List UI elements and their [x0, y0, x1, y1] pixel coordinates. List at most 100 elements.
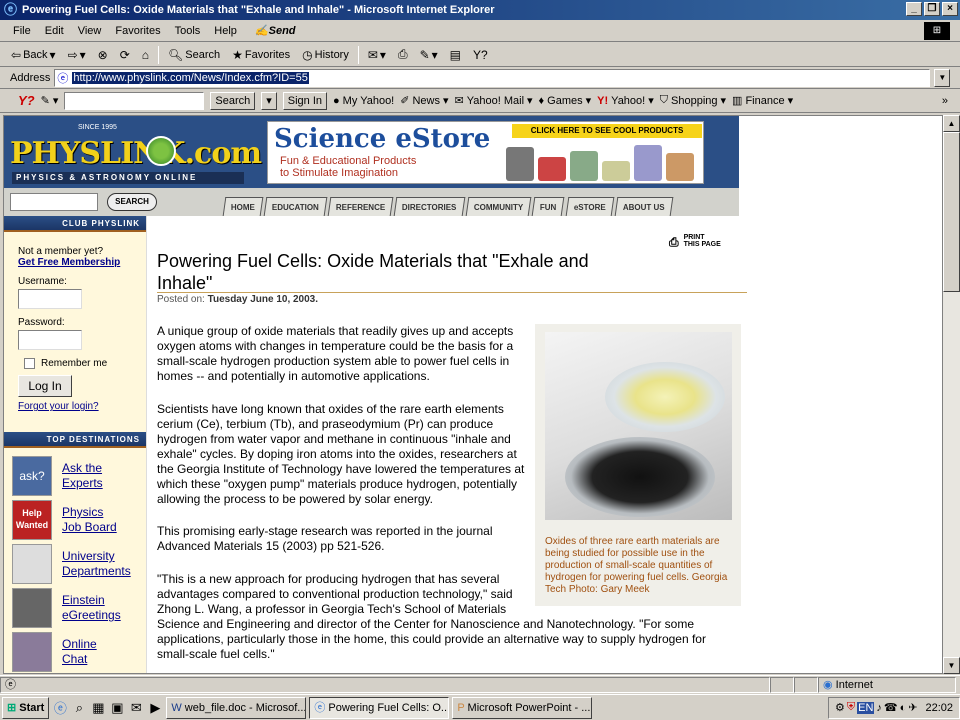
- article-paragraph-4b: Science and Engineering and director of …: [157, 617, 706, 661]
- tray-icon[interactable]: ♪: [876, 702, 882, 714]
- menu-tools[interactable]: Tools: [168, 25, 208, 37]
- task-powerpoint[interactable]: P Microsoft PowerPoint - ...: [452, 696, 593, 719]
- nav-tab-reference[interactable]: REFERENCE: [327, 197, 394, 216]
- quicklaunch-doc-icon[interactable]: ▦: [90, 700, 106, 716]
- destination-line1: Einstein: [62, 593, 105, 607]
- search-button[interactable]: 🔍︎ Search: [165, 48, 223, 62]
- estore-banner-ad[interactable]: Science eStore Fun & Educational Product…: [267, 121, 704, 184]
- yahoo-logo-icon[interactable]: Y?: [18, 93, 35, 108]
- forgot-login-link[interactable]: Forgot your login?: [18, 401, 99, 412]
- membership-link[interactable]: Get Free Membership: [18, 257, 120, 268]
- print-button[interactable]: ⎙: [395, 47, 411, 62]
- destination-chat[interactable]: Online Chat: [12, 630, 146, 673]
- mail-button[interactable]: ✉ ▾: [365, 48, 389, 62]
- logo-tagline: PHYSICS & ASTRONOMY ONLINE: [12, 172, 244, 184]
- quicklaunch-media-icon[interactable]: ▶: [147, 700, 163, 716]
- nav-tab-home[interactable]: HOME: [222, 197, 264, 216]
- home-button[interactable]: ⌂: [139, 48, 152, 62]
- yahoo-signin-button[interactable]: Sign In: [282, 91, 328, 110]
- messenger-button[interactable]: Y?: [470, 48, 491, 62]
- yahoo-pencil-button[interactable]: ✎ ▾: [41, 94, 59, 107]
- scroll-up-arrow-icon[interactable]: ▲: [943, 115, 960, 132]
- task-word[interactable]: W web_file.doc - Microsof...: [166, 696, 307, 719]
- vertical-scrollbar[interactable]: ▲ ▼: [943, 115, 960, 674]
- login-button[interactable]: Log In: [18, 375, 72, 398]
- nav-tab-fun[interactable]: FUN: [531, 197, 565, 216]
- close-button[interactable]: ×: [942, 2, 958, 16]
- destination-university[interactable]: University Departments: [12, 542, 146, 586]
- nav-tab-education[interactable]: EDUCATION: [263, 197, 328, 216]
- history-label: History: [314, 48, 349, 61]
- tray-icon[interactable]: ◐: [900, 702, 907, 714]
- nav-tab-about[interactable]: ABOUT US: [614, 197, 673, 216]
- printer-icon: ⎙: [669, 235, 679, 249]
- yahoo-link-news[interactable]: ✐ News ▾: [400, 94, 448, 108]
- quicklaunch-app-icon[interactable]: ▣: [109, 700, 125, 716]
- refresh-button[interactable]: ⟳: [117, 48, 133, 62]
- forward-button[interactable]: ⇨ ▾: [65, 48, 89, 62]
- menu-bar: File Edit View Favorites Tools Help ✍Sen…: [0, 20, 960, 42]
- yahoo-link-mail[interactable]: ✉ Yahoo! Mail ▾: [455, 94, 533, 108]
- menu-edit[interactable]: Edit: [38, 25, 71, 37]
- physlink-logo[interactable]: SINCE 1995 PHYSLINK.com PHYSICS & ASTRON…: [8, 122, 262, 184]
- task-ie[interactable]: ⓔ Powering Fuel Cells: O...: [309, 696, 450, 719]
- yahoo-link-shopping[interactable]: ⛉ Shopping ▾: [660, 94, 726, 107]
- toolbar-overflow-button[interactable]: »: [942, 95, 948, 107]
- nav-tab-directories[interactable]: DIRECTORIES: [393, 197, 466, 216]
- yahoo-link-games[interactable]: ♦ Games ▾: [539, 94, 592, 108]
- quicklaunch-ie-icon[interactable]: ⓔ: [52, 698, 68, 717]
- atom-icon: [146, 136, 176, 166]
- address-input[interactable]: ⓔ http://www.physlink.com/News/Index.cfm…: [54, 68, 931, 87]
- word-icon: W: [171, 701, 182, 714]
- start-button[interactable]: ⊞ Start: [2, 696, 50, 719]
- yahoo-link-yahoo[interactable]: Y! Yahoo! ▾: [597, 94, 654, 108]
- scroll-down-arrow-icon[interactable]: ▼: [943, 657, 960, 674]
- edit-button[interactable]: ✎ ▾: [417, 48, 441, 62]
- restore-button[interactable]: ❐: [924, 2, 940, 16]
- start-label: Start: [19, 701, 45, 714]
- yahoo-link-label: Games: [547, 94, 583, 107]
- back-button[interactable]: ⇦ Back ▾: [8, 48, 59, 62]
- dropdown-icon: ▾: [379, 47, 386, 62]
- scroll-thumb[interactable]: [943, 132, 960, 292]
- tray-icon[interactable]: ⚙: [835, 701, 845, 714]
- globe-icon: ◉: [823, 678, 833, 691]
- clock[interactable]: 22:02: [925, 702, 953, 714]
- site-search-input[interactable]: [10, 193, 98, 211]
- quicklaunch-search-icon[interactable]: ⌕: [71, 700, 87, 716]
- figure-caption: Oxides of three rare earth materials are…: [545, 536, 728, 595]
- menu-file[interactable]: File: [6, 25, 38, 37]
- favorites-button[interactable]: ★ Favorites: [229, 48, 293, 62]
- menu-favorites[interactable]: Favorites: [108, 25, 167, 37]
- send-button[interactable]: ✍Send: [248, 24, 303, 37]
- address-dropdown-button[interactable]: ▼: [934, 68, 951, 87]
- destination-job-board[interactable]: Help Wanted Physics Job Board: [12, 498, 146, 542]
- password-field[interactable]: [18, 330, 82, 350]
- language-indicator[interactable]: EN: [857, 701, 875, 714]
- destination-einstein[interactable]: Einstein eGreetings: [12, 586, 146, 630]
- tray-icon[interactable]: ☎: [884, 701, 898, 714]
- stop-button[interactable]: ⊗: [95, 48, 111, 62]
- username-field[interactable]: [18, 289, 82, 309]
- yahoo-search-input[interactable]: [64, 91, 205, 110]
- site-search-button[interactable]: SEARCH: [107, 193, 157, 211]
- tray-shield-icon[interactable]: ⛨: [847, 701, 855, 714]
- toolbar-separator: [158, 45, 160, 64]
- yahoo-search-dropdown[interactable]: ▾: [261, 91, 277, 110]
- yahoo-search-button[interactable]: Search: [210, 91, 256, 110]
- estore-cta[interactable]: CLICK HERE TO SEE COOL PRODUCTS: [512, 124, 702, 138]
- yahoo-link-my-yahoo[interactable]: ● My Yahoo!: [333, 95, 394, 107]
- minimize-button[interactable]: _: [906, 2, 922, 16]
- nav-tab-community[interactable]: COMMUNITY: [465, 197, 532, 216]
- tray-icon[interactable]: ✈: [908, 701, 917, 714]
- yahoo-link-finance[interactable]: ▥ Finance ▾: [732, 94, 793, 108]
- nav-tab-estore[interactable]: eSTORE: [565, 197, 614, 216]
- print-page-button[interactable]: ⎙ PRINT THIS PAGE: [669, 234, 721, 248]
- remember-checkbox[interactable]: [24, 358, 35, 369]
- menu-help[interactable]: Help: [207, 25, 244, 37]
- history-button[interactable]: ◷ History: [299, 48, 352, 62]
- menu-view[interactable]: View: [71, 25, 109, 37]
- discuss-button[interactable]: ▤: [447, 48, 464, 62]
- quicklaunch-outlook-icon[interactable]: ✉: [128, 700, 144, 716]
- destination-ask-experts[interactable]: ask? Ask the Experts: [12, 454, 146, 498]
